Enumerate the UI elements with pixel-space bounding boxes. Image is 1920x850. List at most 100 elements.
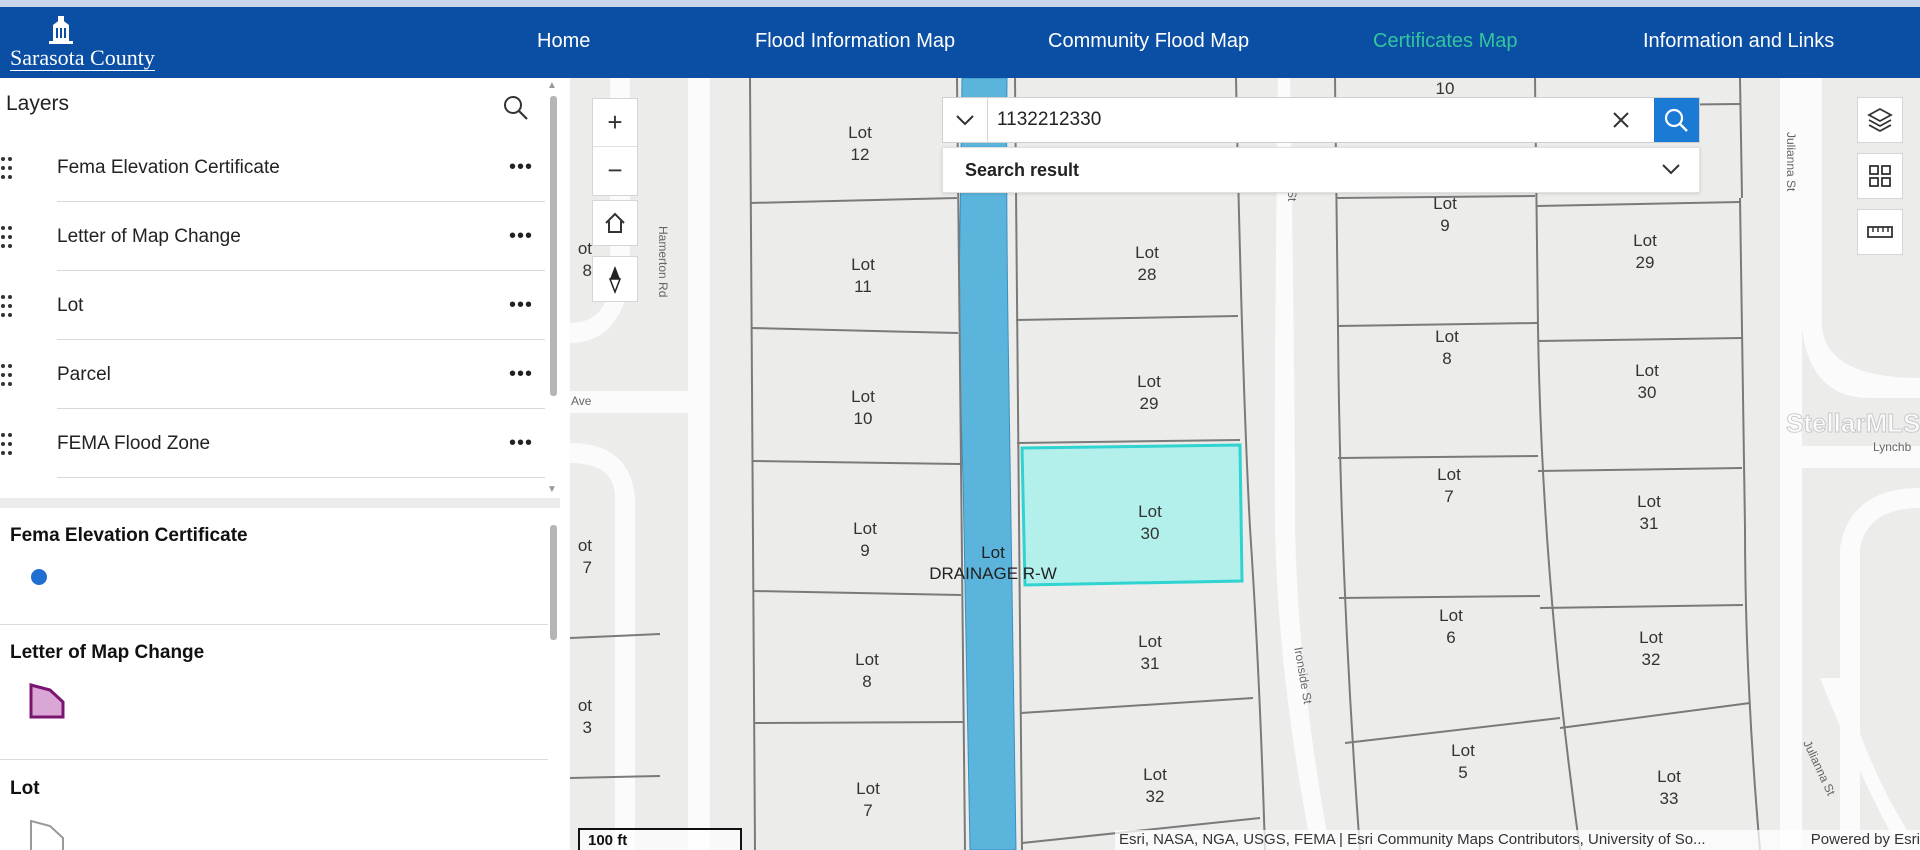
lot-label: Lot 8 (1435, 327, 1459, 368)
lot-label: Lot 9 (853, 519, 877, 560)
search-icon[interactable] (502, 94, 530, 122)
watermark: StellarMLS (1785, 408, 1920, 439)
zoom-out-button[interactable]: − (593, 147, 637, 194)
lot-label: Lot 7 (856, 779, 880, 820)
divider (57, 477, 545, 478)
powered-by-esri[interactable]: Powered by Esri (1811, 830, 1920, 850)
layer-item-fema-elevation-certificate[interactable]: Fema Elevation Certificate ••• (0, 133, 545, 202)
lot-label: Lot 7 (1437, 465, 1461, 506)
attribution-text[interactable]: Esri, NASA, NGA, USGS, FEMA | Esri Commu… (1119, 830, 1706, 850)
site-header: Sarasota County Home Flood Information M… (0, 7, 1920, 78)
layers-title: Layers (6, 92, 70, 115)
street-label-julianna-top: Julianna St (1784, 132, 1798, 192)
layer-item-letter-of-map-change[interactable]: Letter of Map Change ••• (0, 202, 545, 271)
search-icon (1664, 108, 1688, 132)
layer-item-fema-flood-zone[interactable]: FEMA Flood Zone ••• (0, 409, 545, 478)
layer-label: Parcel (57, 364, 111, 385)
basemap-layers-button[interactable] (1857, 97, 1903, 143)
lot-label: Lot 28 (1135, 243, 1159, 284)
search-source-dropdown[interactable] (943, 98, 988, 142)
search-result-label: Search result (965, 160, 1080, 180)
street-label-lynch: Lynchb (1873, 440, 1912, 454)
lot-label: Lot 11 (851, 255, 875, 296)
lot-label: Lot 29 (1137, 372, 1161, 413)
compass-icon (608, 266, 622, 295)
search-input[interactable] (989, 98, 1589, 142)
lot-label: Lot 12 (848, 123, 872, 164)
lot-label: Lot 31 (1637, 492, 1661, 533)
lot-label: Lot 32 (1143, 765, 1167, 806)
search-result-dropdown[interactable]: Search result (942, 147, 1700, 193)
lot-label-partial: ot 7 (577, 536, 592, 577)
lot-label: Lot 8 (855, 650, 879, 691)
top-strip (0, 0, 1920, 7)
courthouse-icon (49, 16, 73, 44)
lot-outline-symbol (30, 819, 64, 850)
drag-handle-icon[interactable] (0, 432, 14, 456)
zoom-in-button[interactable]: + (593, 99, 637, 147)
measure-icon (1867, 226, 1893, 238)
nav-community-flood-map[interactable]: Community Flood Map (1048, 7, 1249, 78)
more-options-icon[interactable]: ••• (509, 226, 533, 246)
purple-polygon-symbol (29, 683, 65, 719)
layer-item-lot[interactable]: Lot ••• (0, 271, 545, 340)
map-canvas[interactable] (570, 78, 1920, 850)
divider (0, 624, 548, 625)
lot-label-partial: ot 3 (577, 696, 592, 737)
divider (0, 759, 548, 760)
clear-search-button[interactable] (1599, 98, 1643, 142)
lot-label: Lot 6 (1439, 606, 1463, 647)
more-options-icon[interactable]: ••• (509, 364, 533, 384)
legend-button[interactable] (1857, 153, 1903, 199)
nav-flood-information-map[interactable]: Flood Information Map (755, 7, 955, 78)
legend-title-fema-elevation-certificate: Fema Elevation Certificate (10, 525, 248, 546)
chevron-down-icon (956, 115, 974, 126)
lot-label: Lot 32 (1639, 628, 1663, 669)
brand-name: Sarasota County (10, 45, 155, 71)
scroll-down-arrow[interactable]: ▼ (547, 484, 557, 495)
drag-handle-icon[interactable] (0, 363, 14, 387)
layer-label: FEMA Flood Zone (57, 433, 211, 454)
nav-information-and-links[interactable]: Information and Links (1643, 7, 1834, 78)
close-icon (1613, 112, 1629, 128)
scroll-up-arrow[interactable]: ▲ (547, 80, 557, 91)
street-label-hamerton: Hamerton Rd (656, 226, 670, 298)
street-label-ave: Ave (571, 394, 592, 408)
grid-icon (1869, 165, 1891, 187)
drag-handle-icon[interactable] (0, 294, 14, 318)
more-options-icon[interactable]: ••• (509, 433, 533, 453)
drag-handle-icon[interactable] (0, 225, 14, 249)
layers-scrollbar[interactable] (550, 96, 557, 396)
panel-divider (0, 498, 560, 508)
nav-certificates-map[interactable]: Certificates Map (1373, 7, 1518, 78)
scale-bar: 100 ft (578, 828, 742, 850)
nav-home[interactable]: Home (537, 7, 590, 78)
legend-title-letter-of-map-change: Letter of Map Change (10, 642, 205, 663)
lot-label: Lot 30 (1635, 361, 1659, 402)
search-widget (942, 97, 1700, 143)
map-attribution: Esri, NASA, NGA, USGS, FEMA | Esri Commu… (1115, 830, 1920, 850)
more-options-icon[interactable]: ••• (509, 295, 533, 315)
zoom-control: + − (592, 98, 638, 196)
sarasota-county-logo[interactable]: Sarasota County (10, 13, 190, 73)
layer-item-parcel[interactable]: Parcel ••• (0, 340, 545, 409)
scale-label: 100 ft (588, 832, 628, 849)
home-button[interactable] (592, 200, 638, 246)
map-view[interactable]: Lot 12 Lot 11 Lot 10 Lot 9 Lot 8 Lot 7 L… (570, 78, 1920, 850)
drag-handle-icon[interactable] (0, 156, 14, 180)
layers-icon (1867, 107, 1893, 133)
search-button[interactable] (1654, 98, 1699, 142)
layer-label: Letter of Map Change (57, 226, 241, 247)
selected-lot-label[interactable]: Lot 30 (1105, 501, 1195, 545)
lot-label-partial: ot 8 (577, 239, 592, 280)
legend-scrollbar[interactable] (550, 525, 557, 640)
measure-button[interactable] (1857, 209, 1903, 255)
lot-label: Lot 31 (1138, 632, 1162, 673)
more-options-icon[interactable]: ••• (509, 157, 533, 177)
chevron-down-icon (1662, 164, 1680, 175)
layer-label: Fema Elevation Certificate (57, 157, 280, 178)
lot-label: Lot 10 (851, 387, 875, 428)
compass-button[interactable] (592, 256, 638, 302)
lot-label: Lot 29 (1633, 231, 1657, 272)
legend-title-lot: Lot (10, 778, 40, 799)
